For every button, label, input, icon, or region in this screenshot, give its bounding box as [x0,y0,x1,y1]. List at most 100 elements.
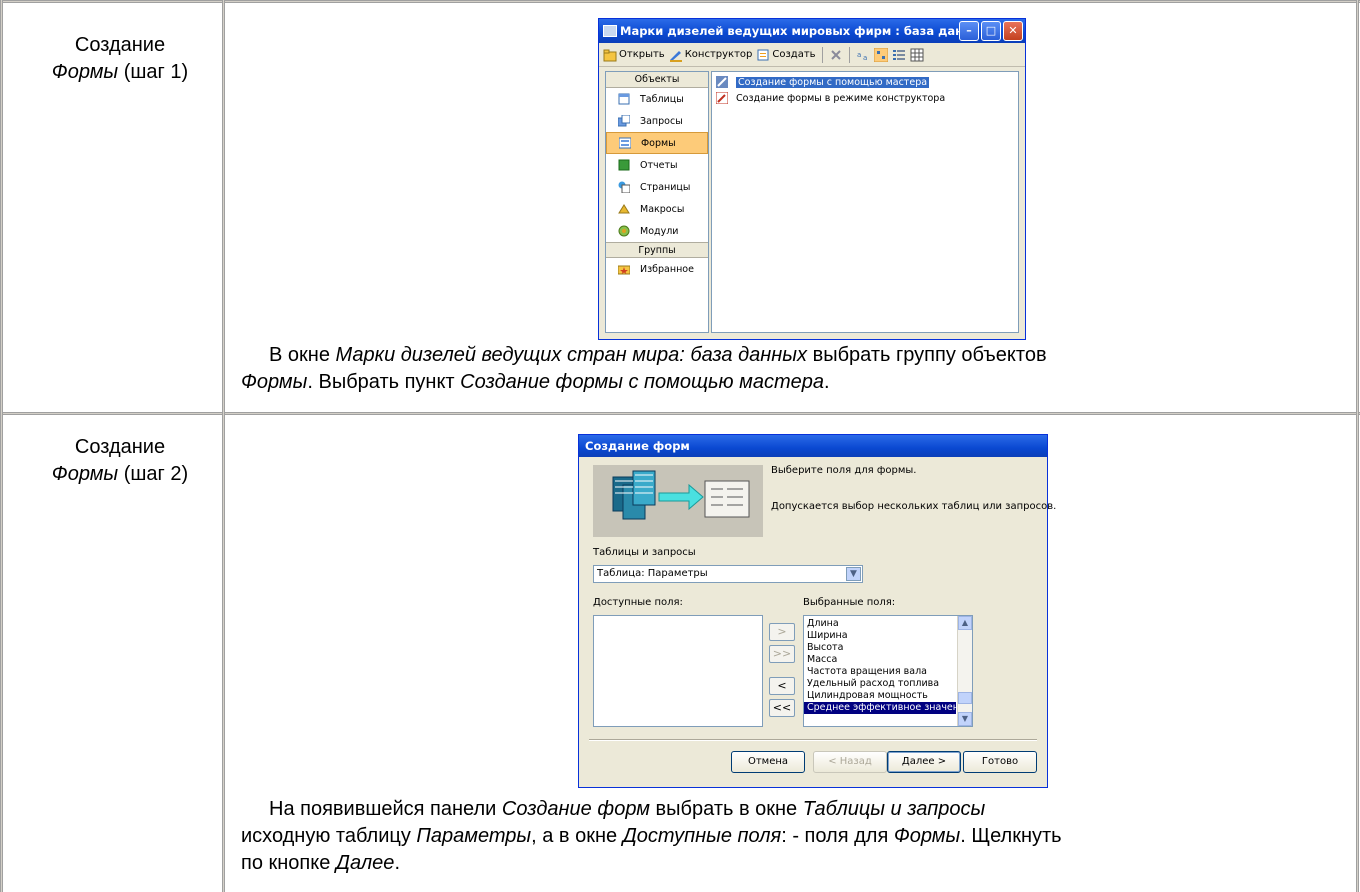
designer-button[interactable]: Конструктор [669,48,752,62]
selected-field-item[interactable]: Длина [804,618,956,630]
table-border-left [0,0,3,892]
group-item-favorites[interactable]: Избранное [606,258,708,280]
caption-text: , а в окне [531,825,623,847]
add-field-button[interactable]: > [769,623,795,641]
wizard-hint-1: Выберите поля для формы. [771,465,917,476]
selected-field-item[interactable]: Среднее эффективное значен [804,702,956,714]
caption-text: по кнопке [241,852,336,874]
caption-text: исходную таблицу [241,825,417,847]
svg-text:a: a [857,51,861,59]
selected-field-item[interactable]: Частота вращения вала [804,666,956,678]
selected-field-item[interactable]: Ширина [804,630,956,642]
form-wizard-title[interactable]: Создание форм [579,435,1047,457]
document-table: Создание Формы (шаг 1) Марки дизелей вед… [0,0,1360,892]
large-icons-view-icon[interactable]: aa [856,48,870,62]
objects-list: Создание формы с помощью мастера Создани… [711,71,1019,333]
caption-text: На появившейся панели [269,798,502,820]
object-label: Формы [641,137,676,149]
caption-italic: Создание форм [501,798,650,820]
maximize-button[interactable]: □ [981,21,1001,41]
caption-italic: Доступные поля [622,825,782,847]
finish-button[interactable]: Готово [963,751,1037,773]
open-label: Открыть [619,49,665,60]
table-border-top [0,0,1360,3]
caption-text: . Выбрать пункт [307,371,461,393]
object-item-tables[interactable]: Таблицы [606,88,708,110]
object-item-forms[interactable]: Формы [606,132,708,154]
groups-header[interactable]: Группы [606,242,708,258]
list-item-wizard[interactable]: Создание формы с помощью мастера [716,74,1014,90]
cancel-button[interactable]: Отмена [731,751,805,773]
table-icon [618,93,630,105]
selected-field-item[interactable]: Цилиндровая мощность [804,690,956,702]
next-button[interactable]: Далее > [887,751,961,773]
caption-italic: Параметры [416,825,532,847]
caption-italic: Далее [335,852,395,874]
report-icon [618,159,630,171]
object-item-pages[interactable]: Страницы [606,176,708,198]
open-button[interactable]: Открыть [603,48,665,62]
caption-text: В окне [269,344,336,366]
chevron-down-icon[interactable]: ▼ [846,567,861,581]
table-border-middle [0,412,1360,415]
selected-field-item[interactable]: Масса [804,654,956,666]
open-icon [603,49,617,61]
create-button[interactable]: Создать [756,48,816,62]
caption-text: . Щелкнуть [960,825,1062,847]
object-item-macros[interactable]: Макросы [606,198,708,220]
object-item-reports[interactable]: Отчеты [606,154,708,176]
selected-field-item[interactable]: Высота [804,642,956,654]
scroll-down-icon[interactable]: ▼ [958,712,972,726]
module-icon [618,225,630,237]
delete-icon[interactable] [829,48,843,62]
row2-label-line1: Создание [74,436,166,458]
object-label: Таблицы [640,93,684,105]
details-view-icon[interactable] [910,48,924,62]
objects-pane: Объекты Таблицы Запросы Формы Отчеты Стр… [605,71,709,333]
close-button[interactable]: ✕ [1003,21,1023,41]
svg-text:a: a [863,54,867,62]
add-all-fields-button[interactable]: >> [769,645,795,663]
list-item-designer[interactable]: Создание формы в режиме конструктора [716,90,1014,106]
caption-italic: Формы [241,371,308,393]
object-item-queries[interactable]: Запросы [606,110,708,132]
database-toolbar: Открыть Конструктор Создать aa [599,43,1025,67]
form-icon [619,137,631,149]
object-label: Отчеты [640,159,678,171]
selected-fields-scrollbar[interactable]: ▲ ▼ [957,616,972,726]
database-window-titlebar[interactable]: Марки дизелей ведущих мировых фирм : баз… [599,19,1025,43]
minimize-button[interactable]: – [959,21,979,41]
objects-header[interactable]: Объекты [606,72,708,88]
create-icon [757,49,769,60]
wizard-hint-2: Допускается выбор нескольких таблиц или … [771,501,1057,512]
remove-field-button[interactable]: < [769,677,795,695]
caption-italic: Марки дизелей ведущих стран мира: база д… [335,344,808,366]
object-item-modules[interactable]: Модули [606,220,708,242]
tables-queries-select[interactable]: Таблица: Параметры ▼ [593,565,863,583]
object-label: Запросы [640,115,683,127]
small-icons-view-icon[interactable] [873,47,888,62]
object-label: Макросы [640,203,685,215]
designer-icon [669,50,682,62]
wizard-illustration [593,465,763,537]
remove-all-fields-button[interactable]: << [769,699,795,717]
scroll-up-icon[interactable]: ▲ [958,616,972,630]
scroll-thumb[interactable] [958,692,972,704]
dialog-separator [589,739,1037,741]
row2-caption: На появившейся панели Создание форм выбр… [241,796,1341,877]
back-button[interactable]: < Назад [813,751,887,773]
tables-queries-label: Таблицы и запросы [593,547,696,558]
macro-icon [618,204,630,214]
list-view-icon[interactable] [892,48,906,62]
query-icon [618,115,630,127]
create-label: Создать [772,49,816,60]
list-item-label: Создание формы с помощью мастера [736,76,930,88]
selected-field-item[interactable]: Удельный расход топлива [804,678,956,690]
group-label: Избранное [640,263,694,275]
row1-label-italic: Формы [51,61,119,83]
table-border-right [1356,0,1359,892]
available-fields-list[interactable] [593,615,763,727]
tables-queries-value: Таблица: Параметры [597,568,708,579]
row1-label: Создание Формы (шаг 1) [20,32,220,86]
selected-fields-list[interactable]: Длина Ширина Высота Масса Частота вращен… [803,615,973,727]
